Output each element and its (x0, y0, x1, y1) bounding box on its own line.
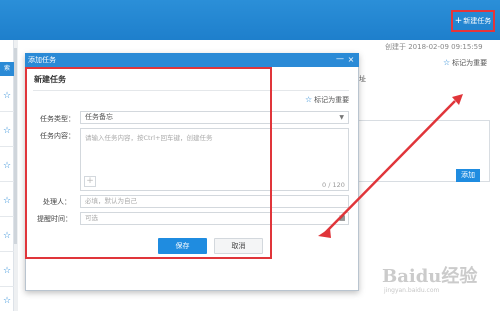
cancel-button[interactable]: 取消 (214, 238, 263, 254)
task-content-label: 任务内容： (40, 132, 75, 140)
sidebar-star-icon[interactable]: ☆ (0, 185, 14, 217)
sidebar-star-icon[interactable]: ☆ (0, 285, 14, 311)
add-button[interactable]: 添加 (456, 169, 480, 182)
task-type-value: 任务备忘 (85, 113, 113, 121)
remind-time-input[interactable]: 可选 (80, 212, 349, 225)
close-icon[interactable]: × (347, 53, 355, 67)
handler-label: 处理人： (43, 198, 71, 206)
sidebar-star-icon[interactable]: ☆ (0, 115, 14, 147)
char-counter: 0 / 120 (322, 181, 345, 189)
sidebar-star-icon[interactable]: ☆ (0, 255, 14, 287)
top-bar (0, 0, 500, 40)
divider (33, 90, 349, 91)
star-icon: ☆ (305, 95, 313, 104)
task-type-select[interactable]: 任务备忘 ▼ (80, 111, 349, 124)
save-button[interactable]: 保存 (158, 238, 207, 254)
handler-input[interactable]: 必填，默认为自己 (80, 195, 349, 208)
task-type-label: 任务类型： (40, 115, 75, 123)
new-task-button[interactable]: +新建任务 (451, 10, 495, 32)
calendar-icon[interactable]: ▦ (339, 214, 346, 222)
mark-important-toggle[interactable]: ☆ 标记为重要 (443, 58, 487, 68)
sidebar-caption[interactable]: 索 (0, 62, 14, 76)
star-icon: ☆ (443, 58, 451, 67)
remind-time-label: 提醒时间： (37, 215, 72, 223)
sidebar-scrollbar[interactable] (14, 48, 17, 244)
minimize-icon[interactable]: — (336, 53, 344, 67)
form-title: 新建任务 (34, 75, 66, 84)
mark-important-label: 标记为重要 (452, 59, 488, 67)
chevron-down-icon: ▼ (339, 114, 344, 121)
attach-plus-icon[interactable]: + (84, 176, 96, 187)
dialog-title: 添加任务 (25, 53, 359, 67)
new-task-label: 新建任务 (463, 17, 492, 25)
form-mark-important-toggle[interactable]: ☆ 标记为重要 (305, 95, 349, 105)
task-content-input[interactable]: 请输入任务内容，按Ctrl+回车键，创建任务 (80, 128, 349, 191)
sidebar-star-icon[interactable]: ☆ (0, 220, 14, 252)
plus-icon: + (454, 16, 463, 26)
sidebar-star-icon[interactable]: ☆ (0, 150, 14, 182)
watermark-logo: Baidu经验 (382, 266, 478, 287)
watermark-url: jingyan.baidu.com (384, 287, 440, 294)
form-mark-important-label: 标记为重要 (314, 96, 350, 104)
created-date: 创建于 2018-02-09 09:15:59 (385, 43, 483, 51)
sidebar-star-icon[interactable]: ☆ (0, 80, 14, 112)
